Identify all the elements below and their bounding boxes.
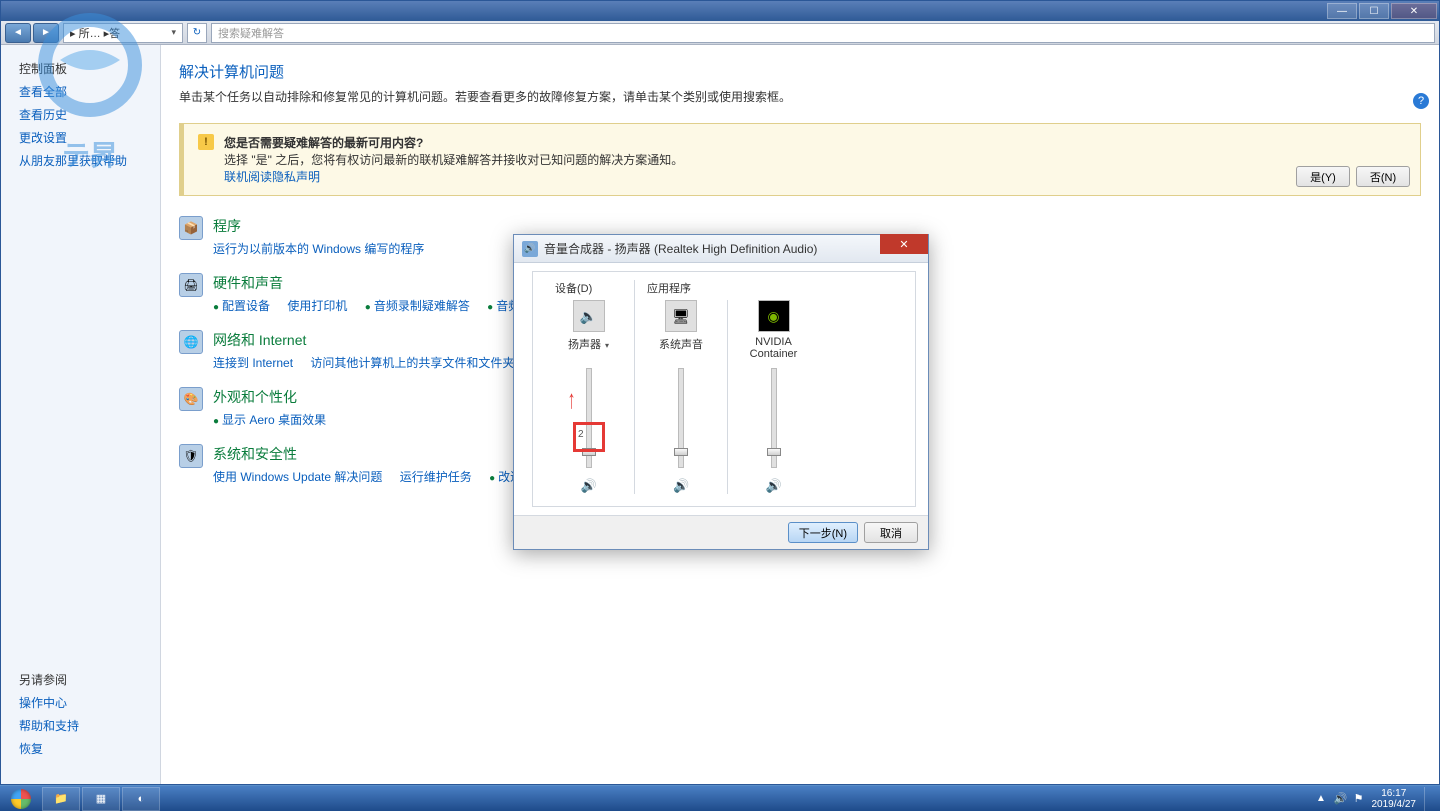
show-desktop-button[interactable]: [1424, 787, 1434, 811]
warning-icon: !: [198, 134, 214, 150]
apps-section: 应用程序 🖥 系统声音 🔊 ◉ NVIDIA Container: [635, 280, 905, 494]
tray-flag-icon[interactable]: ⚑: [1354, 792, 1364, 805]
sidebar-head[interactable]: 控制面板: [1, 57, 160, 80]
mixer-next-button[interactable]: 下一步(N): [788, 522, 858, 543]
link-connect-internet[interactable]: 连接到 Internet: [213, 356, 293, 370]
notice-yes-button[interactable]: 是(Y): [1296, 166, 1350, 187]
nvidia-icon[interactable]: ◉: [758, 300, 790, 332]
taskbar-item-explorer[interactable]: 📁: [42, 787, 80, 811]
notice-body: 选择 "是" 之后，您将有权访问最新的联机疑难解答并接收对已知问题的解决方案通知…: [224, 153, 683, 167]
link-config-device[interactable]: 配置设备: [222, 299, 270, 313]
device-volume-slider[interactable]: [586, 368, 592, 468]
taskbar-clock[interactable]: 16:17 2019/4/27: [1372, 788, 1417, 810]
window-maximize-button[interactable]: ☐: [1359, 3, 1389, 19]
refresh-button[interactable]: ↻: [187, 23, 207, 43]
system-sounds-thumb[interactable]: [674, 448, 688, 456]
taskbar-item-app3[interactable]: ◐: [122, 787, 160, 811]
tray-chevron-icon[interactable]: ▲: [1316, 793, 1326, 804]
page-subtitle: 单击某个任务以自动排除和修复常见的计算机问题。若要查看更多的故障修复方案，请单击…: [179, 88, 1421, 105]
system-tray: ▲ 🔊 ⚑ 16:17 2019/4/27: [1316, 787, 1440, 811]
sidebar-see-also-head: 另请参阅: [1, 668, 160, 691]
sidebar-link-view-history[interactable]: 查看历史: [1, 103, 160, 126]
system-sounds-icon[interactable]: 🖥: [665, 300, 697, 332]
update-notice: ! 您是否需要疑难解答的最新可用内容? 选择 "是" 之后，您将有权访问最新的联…: [179, 123, 1421, 196]
app-nvidia-container: ◉ NVIDIA Container 🔊: [727, 300, 819, 494]
device-column: 设备(D) 🔈 扬声器 ▾ 🔊: [543, 280, 635, 494]
device-speaker-icon[interactable]: 🔈: [573, 300, 605, 332]
clock-date: 2019/4/27: [1372, 799, 1417, 810]
nvidia-mute-button[interactable]: 🔊: [766, 478, 782, 494]
taskbar-item-app2[interactable]: ▦: [82, 787, 120, 811]
page-title: 解决计算机问题: [179, 61, 1421, 82]
link-maintenance[interactable]: 运行维护任务: [400, 470, 472, 484]
hardware-icon: 🖨: [179, 273, 203, 297]
help-icon[interactable]: ?: [1413, 93, 1429, 109]
nav-back-button[interactable]: ◄: [5, 23, 31, 43]
notice-privacy-link[interactable]: 联机阅读隐私声明: [224, 170, 320, 184]
mixer-title-text: 音量合成器 - 扬声器 (Realtek High Definition Aud…: [544, 240, 817, 257]
programs-icon: 📦: [179, 216, 203, 240]
device-header: 设备(D): [555, 280, 622, 296]
notice-no-button[interactable]: 否(N): [1356, 166, 1410, 187]
appearance-icon: 🎨: [179, 387, 203, 411]
taskbar: 📁 ▦ ◐ ▲ 🔊 ⚑ 16:17 2019/4/27: [0, 785, 1440, 811]
mixer-cancel-button[interactable]: 取消: [864, 522, 918, 543]
nav-forward-button[interactable]: ►: [33, 23, 59, 43]
sidebar-link-friend-help[interactable]: 从朋友那里获取帮助: [1, 149, 160, 172]
app-system-sounds: 🖥 系统声音 🔊: [635, 300, 727, 494]
window-minimize-button[interactable]: —: [1327, 3, 1357, 19]
system-sounds-mute-button[interactable]: 🔊: [673, 478, 689, 494]
breadcrumb[interactable]: ▸ 所… ▸ 答▾: [63, 23, 183, 43]
network-icon: 🌐: [179, 330, 203, 354]
link-audio-record[interactable]: 音频录制疑难解答: [374, 299, 470, 313]
link-use-printer[interactable]: 使用打印机: [287, 299, 347, 313]
sidebar: 控制面板 查看全部 查看历史 更改设置 从朋友那里获取帮助 另请参阅 操作中心 …: [1, 45, 161, 784]
mixer-titlebar[interactable]: 🔊 音量合成器 - 扬声器 (Realtek High Definition A…: [514, 235, 928, 263]
system-sounds-slider[interactable]: [678, 368, 684, 468]
window-titlebar: — ☐ ✕: [1, 1, 1439, 21]
nvidia-slider[interactable]: [771, 368, 777, 468]
sidebar-link-recovery[interactable]: 恢复: [1, 737, 160, 760]
link-compat[interactable]: 运行为以前版本的 Windows 编写的程序: [213, 242, 424, 256]
start-button[interactable]: [2, 787, 40, 811]
sidebar-link-action-center[interactable]: 操作中心: [1, 691, 160, 714]
link-windows-update[interactable]: 使用 Windows Update 解决问题: [213, 470, 382, 484]
link-aero[interactable]: 显示 Aero 桌面效果: [222, 413, 326, 427]
device-slider-thumb[interactable]: [582, 448, 596, 456]
sidebar-link-help-support[interactable]: 帮助和支持: [1, 714, 160, 737]
device-name[interactable]: 扬声器: [568, 339, 601, 351]
sidebar-link-change-settings[interactable]: 更改设置: [1, 126, 160, 149]
address-bar: ◄ ► ▸ 所… ▸ 答▾ ↻ 搜索疑难解答: [1, 21, 1439, 45]
category-network-title[interactable]: 网络和 Internet: [213, 330, 528, 350]
nvidia-thumb[interactable]: [767, 448, 781, 456]
device-dropdown-icon[interactable]: ▾: [605, 341, 609, 350]
app-system-sounds-name[interactable]: 系统声音: [647, 336, 715, 362]
mixer-close-button[interactable]: ✕: [880, 234, 928, 254]
app-nvidia-name[interactable]: NVIDIA Container: [740, 336, 807, 362]
volume-mixer-dialog: 🔊 音量合成器 - 扬声器 (Realtek High Definition A…: [513, 234, 929, 550]
clock-time: 16:17: [1372, 788, 1417, 799]
device-mute-button[interactable]: 🔊: [581, 478, 597, 494]
category-programs-title[interactable]: 程序: [213, 216, 438, 236]
search-input[interactable]: 搜索疑难解答: [211, 23, 1435, 43]
category-appearance-title[interactable]: 外观和个性化: [213, 387, 340, 407]
security-icon: 🛡: [179, 444, 203, 468]
link-shared-files[interactable]: 访问其他计算机上的共享文件和文件夹: [310, 356, 514, 370]
sidebar-link-view-all[interactable]: 查看全部: [1, 80, 160, 103]
app-header: 应用程序: [635, 280, 905, 296]
mixer-footer: 下一步(N) 取消: [514, 515, 928, 549]
tray-volume-icon[interactable]: 🔊: [1334, 792, 1348, 805]
speaker-icon: 🔊: [522, 241, 538, 257]
notice-heading: 您是否需要疑难解答的最新可用内容?: [224, 136, 423, 150]
window-close-button[interactable]: ✕: [1391, 3, 1437, 19]
